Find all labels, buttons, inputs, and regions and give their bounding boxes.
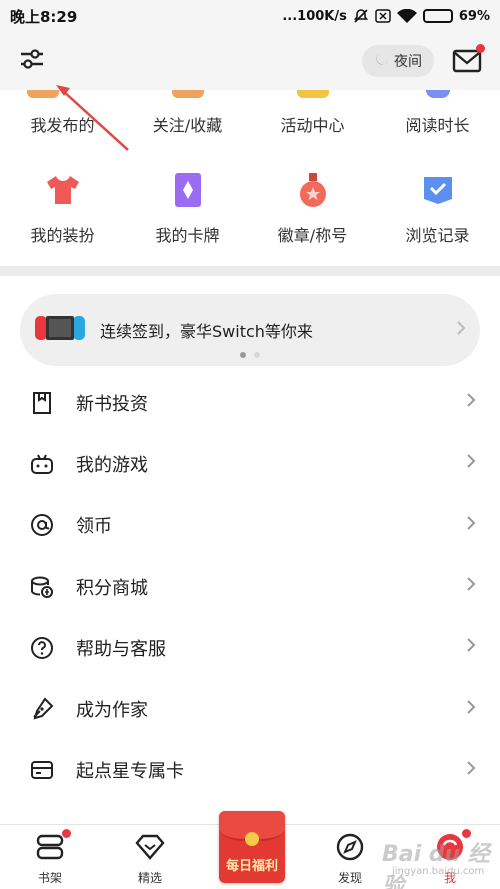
chevron-right-icon (466, 760, 476, 781)
list-item-label: 新书投资 (76, 393, 148, 415)
chevron-right-icon (456, 320, 466, 341)
list-item-help[interactable]: 帮助与客服 (0, 617, 500, 678)
grid-item-my-posts[interactable]: 我发布的 (0, 90, 125, 136)
list-item-label: 积分商城 (76, 577, 148, 599)
mute-icon (353, 8, 369, 24)
bookmark-icon (30, 391, 54, 415)
list-item-points-shop[interactable]: 积分商城 (0, 556, 500, 617)
favorites-icon (171, 90, 204, 98)
card-outline-icon (30, 758, 54, 782)
feature-grid: 我发布的 关注/收藏 活动中心 阅读时长 我的装扮 我的卡牌 徽章/称号 浏览记… (0, 90, 500, 266)
diamond-icon (135, 833, 165, 865)
points-shop-icon (30, 575, 54, 599)
grid-item-badges[interactable]: 徽章/称号 (250, 172, 375, 246)
grid-item-label: 我的装扮 (30, 226, 95, 245)
tab-label: 精选 (137, 871, 162, 885)
wifi-icon (396, 8, 417, 24)
grid-item-history[interactable]: 浏览记录 (375, 172, 500, 246)
list-item-become-writer[interactable]: 成为作家 (0, 678, 500, 739)
notification-dot (62, 829, 71, 838)
events-icon (296, 90, 329, 98)
menu-list: 新书投资 我的游戏 领币 积分商城 帮助与客服 成为作家 起点星专属卡 (0, 372, 500, 801)
daily-welfare-red-envelope[interactable]: 每日福利 (219, 811, 285, 883)
switch-console-icon (34, 313, 86, 347)
status-time: 晚上8:29 (10, 7, 78, 26)
night-mode-button[interactable]: 夜间 (362, 45, 434, 77)
watermark-sub: jingyan.baidu.com (392, 866, 485, 877)
grid-item-cards[interactable]: 我的卡牌 (125, 172, 250, 246)
tab-label: 书架 (37, 871, 62, 885)
daily-welfare-label: 每日福利 (225, 859, 278, 874)
grid-item-label: 徽章/称号 (277, 226, 348, 245)
battery-percent: 69% (458, 8, 490, 24)
grid-item-reading-time[interactable]: 阅读时长 (375, 90, 500, 136)
grid-item-label: 我的卡牌 (155, 226, 220, 245)
tab-bookshelf[interactable]: 书架 (0, 825, 100, 889)
night-mode-label: 夜间 (394, 54, 422, 70)
section-divider (0, 266, 500, 276)
header: 夜间 (0, 32, 500, 90)
tshirt-icon (45, 172, 81, 208)
page-dot-active (240, 352, 246, 358)
chevron-right-icon (466, 576, 476, 597)
grid-item-label: 关注/收藏 (152, 116, 223, 135)
tab-label: 发现 (337, 871, 362, 885)
list-item-label: 我的游戏 (76, 454, 148, 476)
grid-item-outfits[interactable]: 我的装扮 (0, 172, 125, 246)
tab-featured[interactable]: 精选 (100, 825, 200, 889)
grid-item-favorites[interactable]: 关注/收藏 (125, 90, 250, 136)
banner-page-indicator (0, 352, 500, 358)
chevron-right-icon (466, 453, 476, 474)
messages-button[interactable] (452, 44, 485, 74)
chevron-right-icon (466, 637, 476, 658)
battery-icon (422, 9, 453, 23)
list-item-my-games[interactable]: 我的游戏 (0, 433, 500, 494)
medal-icon (295, 172, 331, 208)
history-icon (420, 172, 456, 208)
card-icon (170, 172, 206, 208)
reading-time-icon (425, 90, 450, 98)
pen-icon (30, 697, 54, 721)
grid-item-label: 我发布的 (30, 116, 95, 135)
status-bar: 晚上8:29 ...100K/s 69% (0, 0, 500, 32)
chevron-right-icon (466, 392, 476, 413)
compass-icon (335, 833, 365, 865)
bookshelf-icon (35, 833, 65, 865)
chevron-right-icon (466, 515, 476, 536)
notification-dot (476, 44, 485, 53)
coin-icon (245, 832, 259, 846)
chevron-right-icon (466, 699, 476, 720)
moon-icon (374, 51, 390, 71)
coin-at-icon (30, 513, 54, 537)
red-envelope-icon (219, 811, 285, 846)
list-item-label: 领币 (76, 516, 112, 538)
network-speed: ...100K/s (282, 8, 347, 24)
mail-icon (452, 49, 482, 78)
help-icon (30, 636, 54, 660)
list-item-collect-coins[interactable]: 领币 (0, 495, 500, 556)
list-item-new-book-investment[interactable]: 新书投资 (0, 372, 500, 433)
gamepad-icon (30, 452, 54, 476)
posts-icon (26, 90, 59, 98)
list-item-star-card[interactable]: 起点星专属卡 (0, 740, 500, 801)
settings-sliders-icon[interactable] (18, 45, 46, 77)
grid-item-label: 活动中心 (280, 116, 345, 135)
list-item-label: 帮助与客服 (76, 638, 166, 660)
list-item-label: 成为作家 (76, 700, 148, 722)
grid-item-label: 浏览记录 (405, 226, 470, 245)
banner-text: 连续签到，豪华Switch等你来 (100, 322, 313, 341)
page-dot (254, 352, 260, 358)
grid-item-events[interactable]: 活动中心 (250, 90, 375, 136)
watermark: Bai du 经验 (382, 842, 490, 889)
sim-x-icon (375, 9, 391, 23)
list-item-label: 起点星专属卡 (76, 761, 184, 783)
grid-item-label: 阅读时长 (405, 116, 470, 135)
